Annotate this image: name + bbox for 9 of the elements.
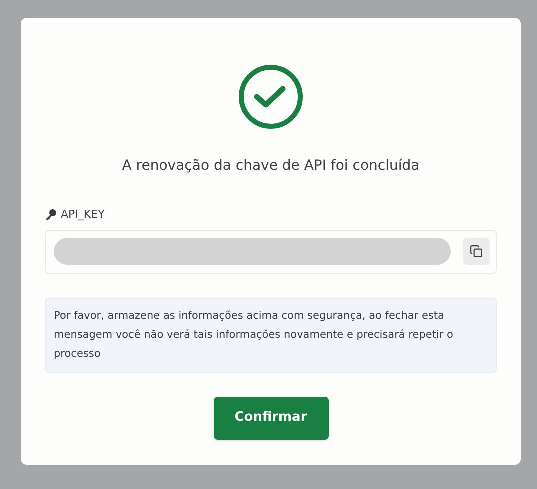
confirm-button[interactable]: Confirmar (214, 396, 328, 440)
api-key-field[interactable] (45, 230, 497, 274)
field-label: API_KEY (61, 207, 105, 223)
copy-button[interactable] (463, 238, 490, 265)
success-check-icon (238, 64, 304, 130)
copy-icon (470, 245, 483, 258)
notice-text: Por favor, armazene as informações acima com segurança, ao fechar esta mensagem você não verá tais informações novamente e precisará repetir o processo (45, 298, 497, 372)
dialog-title: A renovação da chave de API foi concluída (122, 157, 420, 176)
key-icon (45, 209, 57, 222)
